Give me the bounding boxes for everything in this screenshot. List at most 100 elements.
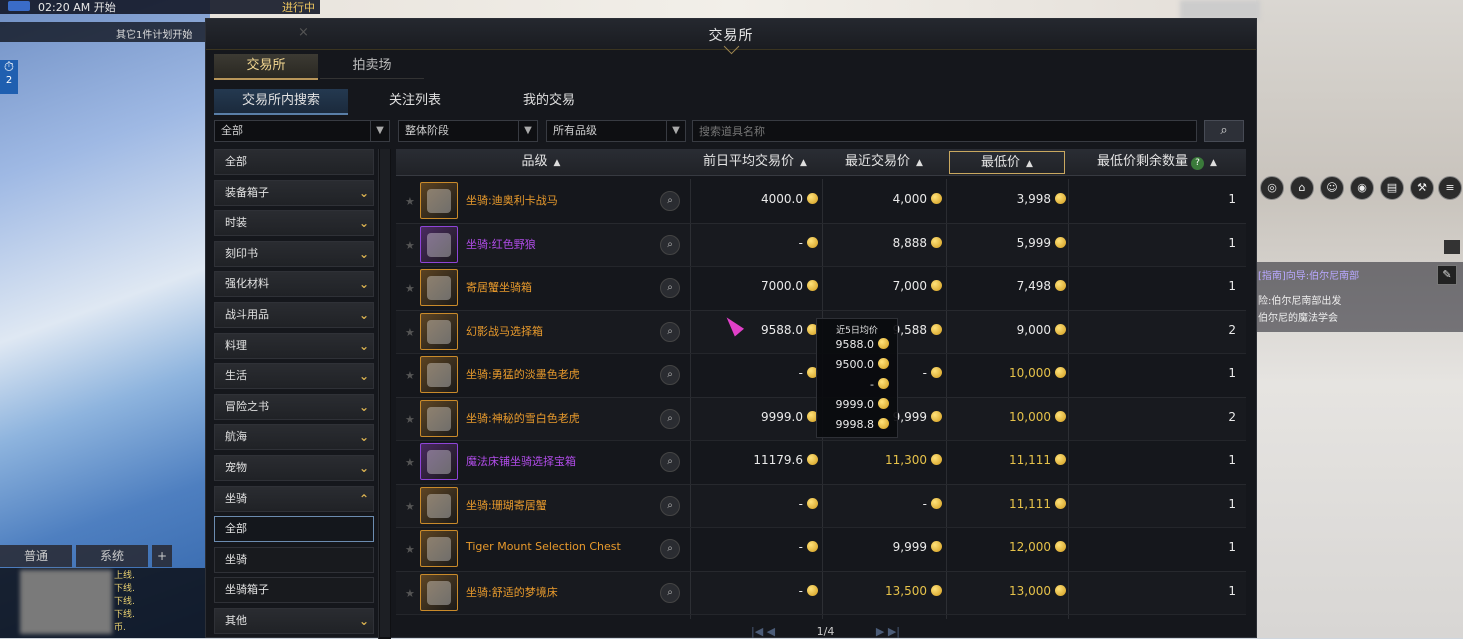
category-select[interactable]: 全部 ▼ bbox=[214, 120, 390, 142]
category-item[interactable]: 其他 ⌄ bbox=[214, 607, 374, 634]
window-titlebar[interactable]: 交易所 × bbox=[206, 19, 1256, 55]
tab-auction[interactable]: 拍卖场 bbox=[320, 54, 424, 79]
item-name[interactable]: 坐骑:珊瑚寄居蟹 bbox=[466, 497, 547, 513]
header-lowest-qty[interactable]: 最低价剩余数量? ▲ bbox=[1072, 149, 1242, 175]
table-row[interactable]: ★ Tiger Mount Selection Chest ⌕ - 9,999 12,00… bbox=[396, 527, 1246, 572]
category-item[interactable]: 坐骑箱子 bbox=[214, 577, 374, 604]
tooltip-price: 9999.0 bbox=[827, 398, 889, 411]
category-item[interactable]: 航海 ⌄ bbox=[214, 424, 374, 451]
tab-my-trades[interactable]: 我的交易 bbox=[482, 89, 616, 113]
table-row[interactable]: ★ 坐骑:舒适的梦境床 ⌕ - 13,500 13,000 1 bbox=[396, 571, 1246, 615]
category-item[interactable]: 刻印书 ⌄ bbox=[214, 240, 374, 267]
chat-add-tab-button[interactable]: + bbox=[152, 545, 172, 567]
tab-watchlist[interactable]: 关注列表 bbox=[348, 89, 482, 113]
chat-log[interactable]: 上线. 下线. 下线. 下线. 币. bbox=[0, 568, 210, 638]
people-icon[interactable]: ☺ bbox=[1320, 176, 1344, 200]
category-item[interactable]: 强化材料 ⌄ bbox=[214, 271, 374, 298]
item-name[interactable]: 寄居蟹坐骑箱 bbox=[466, 279, 532, 295]
gold-coin-icon bbox=[807, 541, 818, 552]
table-row[interactable]: ★ 寄居蟹坐骑箱 ⌕ 7000.0 7,000 7,498 1 bbox=[396, 266, 1246, 311]
category-item[interactable]: 全部 bbox=[214, 516, 374, 543]
item-name[interactable]: 魔法床铺坐骑选择宝箱 bbox=[466, 453, 576, 469]
next-page-button[interactable]: ▶ bbox=[876, 625, 884, 638]
favorite-pin-icon[interactable]: ★ bbox=[405, 239, 415, 252]
category-item[interactable]: 时装 ⌄ bbox=[214, 210, 374, 237]
magnifier-icon[interactable]: ⌕ bbox=[660, 365, 680, 385]
header-grade[interactable]: 品级 ▲ bbox=[396, 149, 686, 175]
category-item[interactable]: 生活 ⌄ bbox=[214, 363, 374, 390]
favorite-pin-icon[interactable]: ★ bbox=[405, 587, 415, 600]
category-item[interactable]: 装备箱子 ⌄ bbox=[214, 179, 374, 206]
table-row[interactable]: ★ 魔法床铺坐骑选择宝箱 ⌕ 11179.6 11,300 11,111 1 bbox=[396, 440, 1246, 485]
close-icon[interactable]: × bbox=[298, 25, 309, 40]
item-name[interactable]: 坐骑:舒适的梦境床 bbox=[466, 584, 558, 600]
magnifier-icon[interactable]: ⌕ bbox=[660, 234, 680, 255]
favorite-pin-icon[interactable]: ★ bbox=[405, 543, 415, 556]
magnifier-icon[interactable]: ⌕ bbox=[660, 582, 680, 603]
menu-icon[interactable]: ≡ bbox=[1438, 176, 1462, 200]
favorite-pin-icon[interactable]: ★ bbox=[405, 326, 415, 339]
drum-icon[interactable]: ▤ bbox=[1380, 176, 1404, 200]
header-avg-price[interactable]: 前日平均交易价 ▲ bbox=[692, 149, 818, 175]
scrollbar-thumb[interactable] bbox=[380, 149, 390, 637]
help-icon[interactable]: ? bbox=[1191, 157, 1205, 170]
favorite-pin-icon[interactable]: ★ bbox=[405, 500, 415, 513]
grade-select[interactable]: 所有品级 ▼ bbox=[546, 120, 686, 142]
magnifier-icon[interactable]: ⌕ bbox=[660, 408, 680, 429]
blurred-chat-names bbox=[20, 570, 112, 634]
last-page-button[interactable]: ▶| bbox=[888, 625, 900, 638]
favorite-pin-icon[interactable]: ★ bbox=[405, 195, 415, 208]
item-name[interactable]: 坐骑:勇猛的淡墨色老虎 bbox=[466, 366, 580, 382]
quest-tracker[interactable]: [指南]向导:伯尔尼南部 险:伯尔尼南部出发 伯尔尼的魔法学会 ✎ bbox=[1256, 262, 1463, 332]
magnifier-icon[interactable]: ⌕ bbox=[660, 321, 680, 342]
item-name[interactable]: 坐骑:神秘的雪白色老虎 bbox=[466, 410, 580, 426]
first-page-button[interactable]: |◀ bbox=[751, 625, 763, 638]
camera-icon[interactable]: ◉ bbox=[1350, 176, 1374, 200]
category-item[interactable]: 冒险之书 ⌄ bbox=[214, 393, 374, 420]
prev-page-button[interactable]: ◀ bbox=[767, 625, 775, 638]
magnifier-icon[interactable]: ⌕ bbox=[660, 452, 680, 472]
favorite-pin-icon[interactable]: ★ bbox=[405, 413, 415, 426]
category-item[interactable]: 宠物 ⌄ bbox=[214, 454, 374, 481]
quest-schedule-bar[interactable]: 02:20 AM 开始 进行中 bbox=[0, 0, 320, 14]
gold-coin-icon bbox=[1055, 280, 1066, 291]
category-item[interactable]: 全部 bbox=[214, 149, 374, 175]
table-row[interactable]: ★ 坐骑:红色野狼 ⌕ - 8,888 5,999 1 bbox=[396, 223, 1246, 267]
search-button[interactable]: ⌕ bbox=[1204, 120, 1244, 142]
favorite-pin-icon[interactable]: ★ bbox=[405, 369, 415, 382]
table-row[interactable]: ★ 坐骑:珊瑚寄居蟹 ⌕ - - 11,111 1 bbox=[396, 484, 1246, 528]
item-name[interactable]: 坐骑:红色野狼 bbox=[466, 236, 536, 252]
side-toggle-button[interactable] bbox=[1444, 240, 1460, 254]
favorite-pin-icon[interactable]: ★ bbox=[405, 456, 415, 469]
item-name[interactable]: 幻影战马选择箱 bbox=[466, 323, 543, 339]
table-row[interactable]: ★ 坐骑:迪奥利卡战马 ⌕ 4000.0 4,000 3,998 1 bbox=[396, 179, 1246, 224]
favorite-pin-icon[interactable]: ★ bbox=[405, 282, 415, 295]
timer-widget[interactable]: ⏱ 2 bbox=[0, 60, 18, 94]
tier-select[interactable]: 整体阶段 ▼ bbox=[398, 120, 538, 142]
magnifier-icon[interactable]: ⌕ bbox=[660, 495, 680, 516]
magnifier-icon[interactable]: ⌕ bbox=[660, 539, 680, 559]
category-item[interactable]: 坐骑 bbox=[214, 546, 374, 573]
lowest-qty: 2 bbox=[1228, 322, 1236, 337]
category-item[interactable]: 坐骑 ⌃ bbox=[214, 485, 374, 512]
header-lowest-price[interactable]: 最低价 ▲ bbox=[949, 151, 1065, 174]
plan-notice[interactable]: 其它1件计划开始 bbox=[0, 22, 210, 42]
header-recent-price[interactable]: 最近交易价 ▲ bbox=[824, 149, 944, 175]
compass-icon[interactable]: ◎ bbox=[1260, 176, 1284, 200]
item-name[interactable]: Tiger Mount Selection Chest bbox=[466, 540, 621, 553]
item-name[interactable]: 坐骑:迪奥利卡战马 bbox=[466, 192, 558, 208]
magnifier-icon[interactable]: ⌕ bbox=[660, 191, 680, 211]
category-item[interactable]: 战斗用品 ⌄ bbox=[214, 301, 374, 328]
tab-exchange[interactable]: 交易所 bbox=[214, 54, 318, 80]
hammer-icon[interactable]: ⚒ bbox=[1410, 176, 1434, 200]
category-scrollbar[interactable] bbox=[378, 149, 391, 639]
edit-icon[interactable]: ✎ bbox=[1437, 265, 1457, 285]
chat-tab-system[interactable]: 系统 bbox=[76, 545, 148, 567]
chat-tab-normal[interactable]: 普通 bbox=[0, 545, 72, 567]
house-icon[interactable]: ⌂ bbox=[1290, 176, 1314, 200]
category-item[interactable]: 料理 ⌄ bbox=[214, 332, 374, 359]
magnifier-icon[interactable]: ⌕ bbox=[660, 278, 680, 298]
tab-search[interactable]: 交易所内搜索 bbox=[214, 89, 348, 115]
search-input[interactable] bbox=[692, 120, 1197, 142]
gold-coin-icon bbox=[1055, 410, 1066, 422]
